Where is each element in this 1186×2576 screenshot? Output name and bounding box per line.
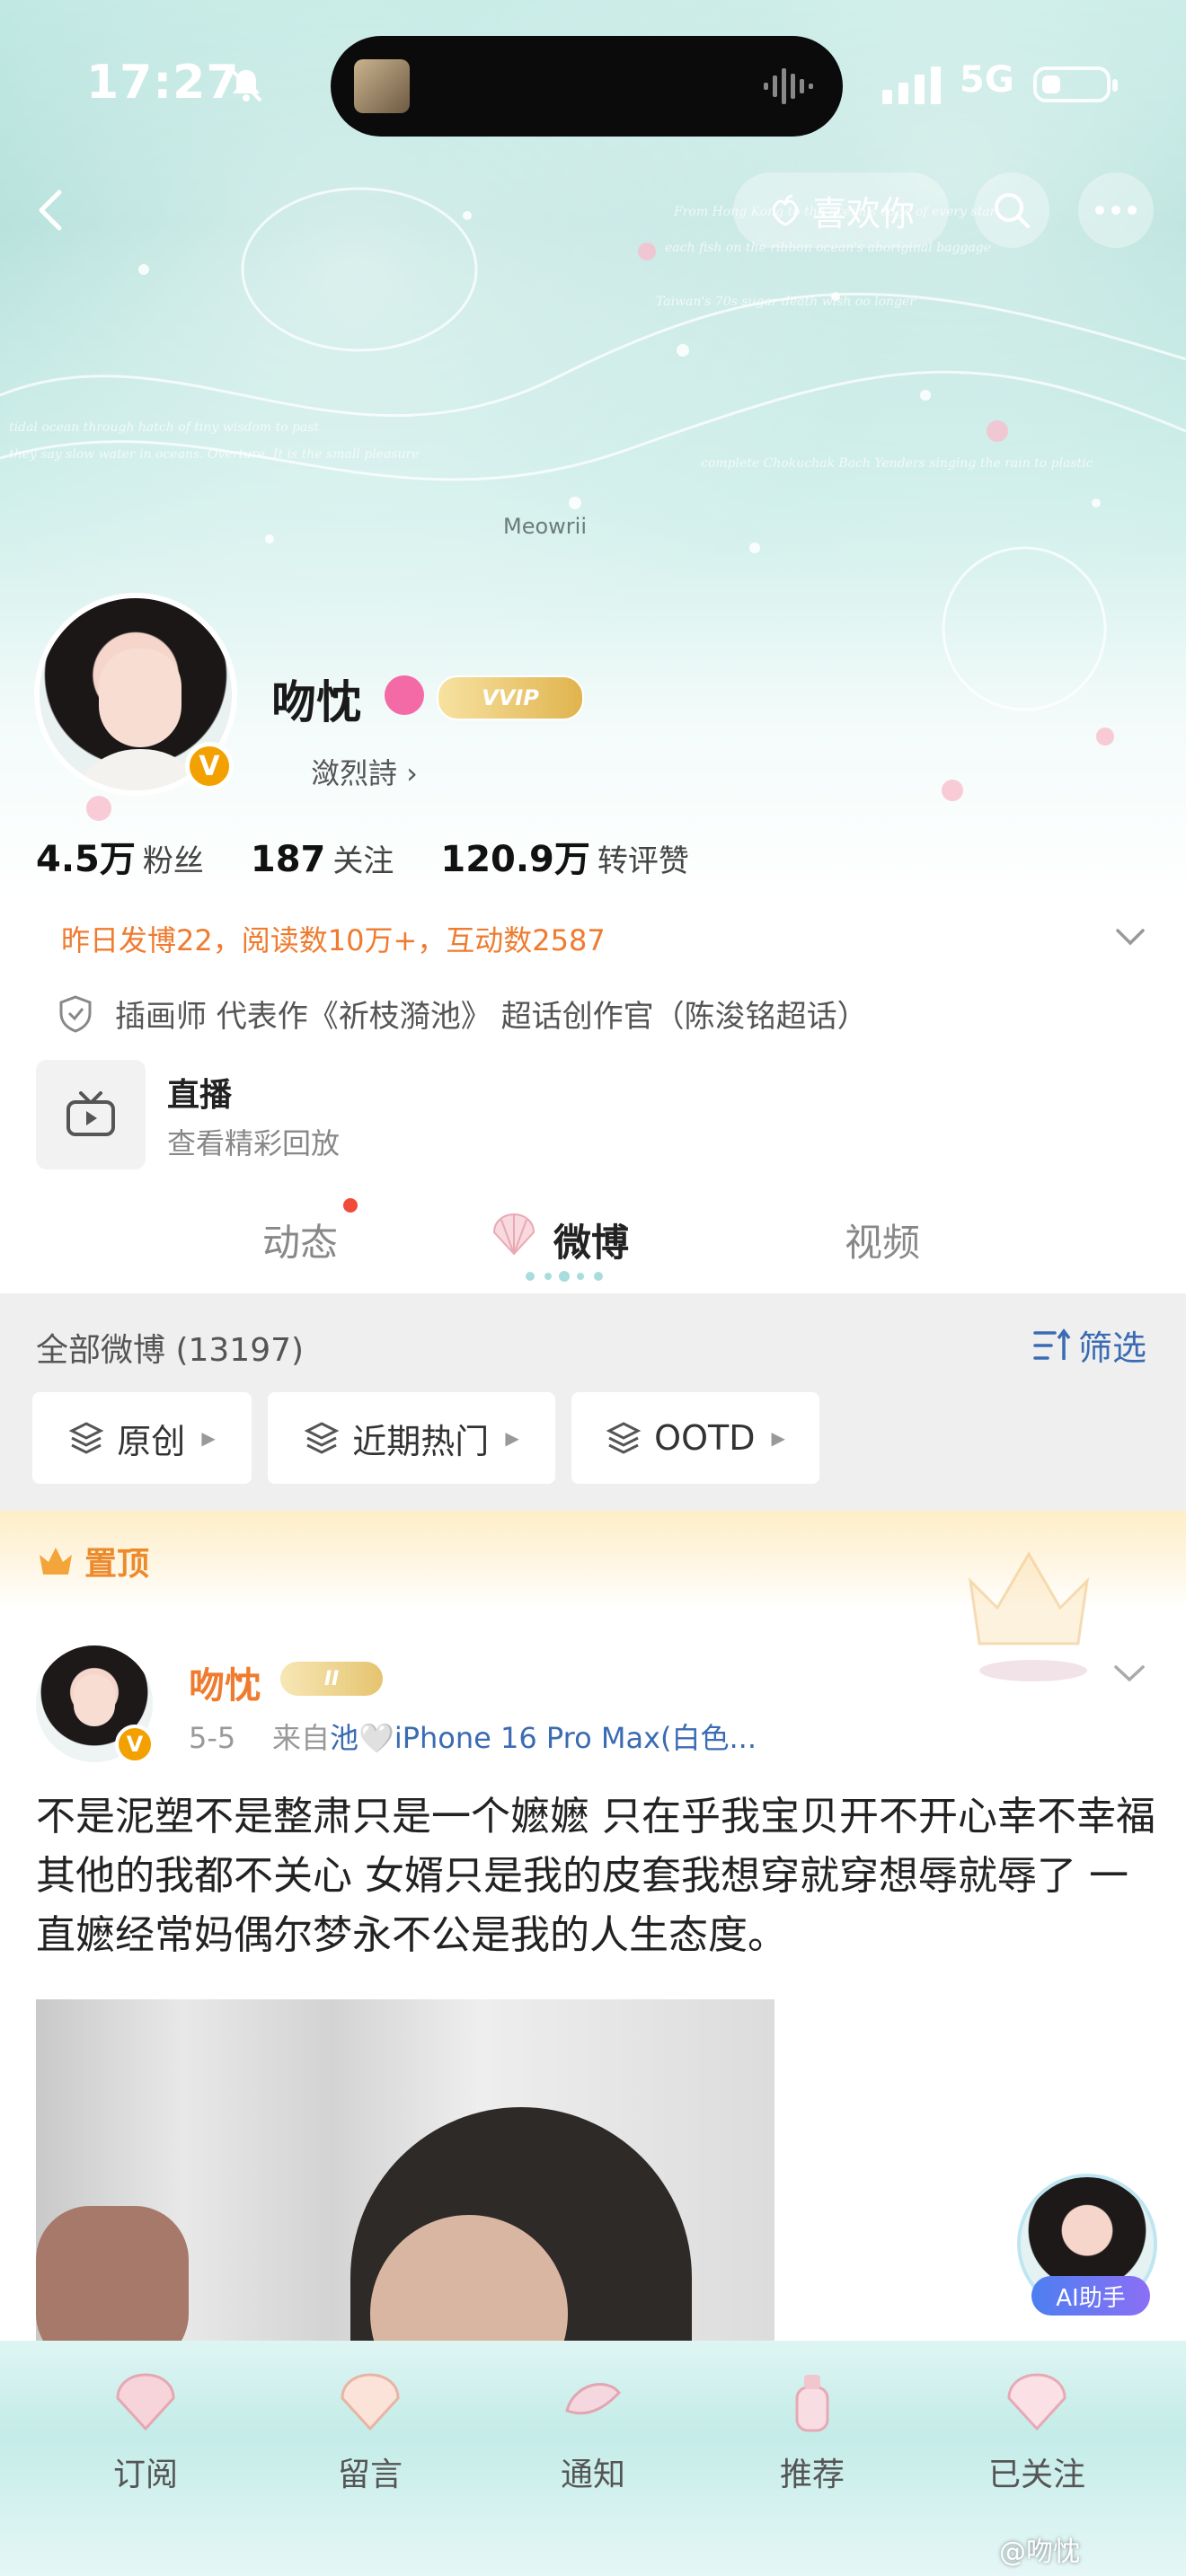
banner-watermark-text: Meowrii <box>503 514 587 539</box>
followers-label: 粉丝 <box>142 843 204 879</box>
nav-label: 留言 <box>337 2457 403 2493</box>
post-date: 5-5 <box>189 1721 236 1755</box>
ai-helper-label[interactable]: AI助手 <box>1031 2276 1150 2316</box>
feed-filter-area: 全部微博 (13197) 筛选 原创 ▶ 近期热门 ▶ OOTD ▶ <box>0 1293 1186 1511</box>
chip-label: OOTD <box>654 1418 756 1458</box>
post-author-name[interactable]: 吻忱 <box>189 1656 261 1708</box>
post-source[interactable]: 池🤍iPhone 16 Pro Max(白色... <box>330 1721 757 1755</box>
bottle-icon <box>795 2375 829 2432</box>
verified-v-icon: V <box>185 742 234 790</box>
svg-text:Taiwan's 70s sugar death wish: Taiwan's 70s sugar death wish oo longer <box>656 295 916 309</box>
shield-icon <box>59 994 92 1033</box>
nav-label: 通知 <box>560 2457 625 2493</box>
audio-wave-icon <box>764 68 813 104</box>
battery-icon <box>1033 66 1118 102</box>
shell-icon <box>1007 2373 1067 2431</box>
feed-count-title: 全部微博 (13197) <box>36 1332 305 1369</box>
unread-dot <box>343 1198 358 1213</box>
crown-decoration <box>968 1551 1090 1681</box>
dynamic-island[interactable] <box>331 36 843 137</box>
now-playing-artwork <box>354 59 410 113</box>
pinned-label: 置顶 <box>36 1538 149 1584</box>
more-button[interactable] <box>1078 172 1154 248</box>
chip-recent-hot[interactable]: 近期热门 ▶ <box>268 1392 555 1484</box>
filter-button[interactable]: 筛选 <box>1031 1320 1146 1370</box>
crown-icon <box>40 1548 72 1575</box>
filter-label: 筛选 <box>1078 1328 1147 1368</box>
tv-icon <box>66 1091 115 1136</box>
weibo-watermark: @吻忱 <box>999 2536 1080 2568</box>
chip-label: 近期热门 <box>352 1421 490 1461</box>
peach-icon <box>772 194 799 226</box>
female-gender-icon <box>385 675 424 715</box>
svg-text:tidal ocean through hatch of t: tidal ocean through hatch of tiny wisdom… <box>9 420 320 435</box>
like-you-label: 喜欢你 <box>811 193 915 234</box>
reposts-likes-count[interactable]: 120.9万 <box>440 830 590 882</box>
post-text: 不是泥塑不是整肃只是一个嬷嬷 只在乎我宝贝开不开心幸不幸福其他的我都不关心 女婿… <box>36 1794 1155 1958</box>
status-bar: 17:27 5G <box>0 0 1186 171</box>
nav-subscribe[interactable]: 订阅 <box>65 2366 226 2495</box>
active-tab-indicator <box>526 1271 603 1282</box>
verified-v-icon: V <box>115 1725 155 1764</box>
live-title: 直播 <box>167 1077 233 1114</box>
post-meta: 5-5 来自池🤍iPhone 16 Pro Max(白色... <box>189 1716 757 1757</box>
layers-icon <box>304 1422 340 1454</box>
signal-icon <box>882 66 941 104</box>
back-icon[interactable] <box>25 183 79 237</box>
tab-video[interactable]: 视频 <box>845 1213 920 1267</box>
layers-icon <box>606 1422 642 1454</box>
nav-recommend[interactable]: 推荐 <box>731 2366 893 2495</box>
chip-original[interactable]: 原创 ▶ <box>32 1392 252 1484</box>
following-label: 关注 <box>332 843 394 879</box>
more-dots-icon <box>1095 206 1137 215</box>
profile-stats: 4.5万 粉丝 187 关注 120.9万 转评赞 <box>36 830 736 882</box>
filter-icon <box>1033 1328 1071 1360</box>
post-author-badge: II <box>280 1662 383 1696</box>
tab-dynamic[interactable]: 动态 <box>262 1213 338 1267</box>
live-replay-card[interactable]: 直播 查看精彩回放 <box>36 1058 1150 1169</box>
svg-text:complete Chokuchak Bach Yender: complete Chokuchak Bach Yenders singing … <box>701 456 1093 471</box>
chevron-down-icon[interactable] <box>1111 1660 1148 1687</box>
network-type: 5G <box>960 59 1014 101</box>
clock: 17:27 <box>86 56 240 110</box>
reposts-likes-label: 转评赞 <box>597 843 689 879</box>
nav-label: 推荐 <box>779 2457 845 2493</box>
profile-sub-tag[interactable]: 潋烈詩 › <box>311 751 418 792</box>
post-image[interactable] <box>36 1999 774 2341</box>
chevron-down-icon[interactable] <box>1112 923 1148 950</box>
nav-label: 已关注 <box>987 2457 1085 2493</box>
vip-badge[interactable]: VVIP <box>437 675 584 720</box>
yesterday-stats-notice: 昨日发博22，阅读数10万+，互动数2587 <box>61 923 606 957</box>
tab-weibo[interactable]: 微博 <box>553 1213 629 1267</box>
nav-label: 订阅 <box>112 2457 178 2493</box>
like-you-button[interactable]: 喜欢你 <box>733 172 949 248</box>
post-source-prefix: 来自 <box>271 1721 330 1755</box>
profile-username: 吻忱 <box>271 676 361 728</box>
nav-following[interactable]: 已关注 <box>956 2366 1118 2495</box>
followers-count[interactable]: 4.5万 <box>36 830 136 882</box>
search-icon <box>995 193 1030 228</box>
search-button[interactable] <box>974 172 1049 248</box>
following-count[interactable]: 187 <box>251 839 326 880</box>
shell-icon <box>492 1213 535 1256</box>
certification-text: 插画师 代表作《祈枝漪池》 超话创作官（陈浚铭超话） <box>115 999 868 1035</box>
live-icon-box <box>36 1060 146 1169</box>
shell-icon <box>116 2373 175 2431</box>
conch-icon <box>565 2383 621 2415</box>
certification-row: 插画师 代表作《祈枝漪池》 超话创作官（陈浚铭超话） <box>58 992 868 1036</box>
nav-notifications[interactable]: 通知 <box>512 2366 674 2495</box>
chip-ootd[interactable]: OOTD ▶ <box>571 1392 819 1484</box>
chip-label: 原创 <box>117 1421 186 1461</box>
nav-messages[interactable]: 留言 <box>289 2366 451 2495</box>
svg-text:they say slow water in oceans.: they say slow water in oceans. Overture.… <box>9 447 419 462</box>
layers-icon <box>68 1422 104 1454</box>
shell-icon <box>341 2373 400 2431</box>
pinned-text: 置顶 <box>84 1546 150 1583</box>
bell-off-icon <box>230 68 262 102</box>
live-subtitle: 查看精彩回放 <box>167 1126 341 1160</box>
